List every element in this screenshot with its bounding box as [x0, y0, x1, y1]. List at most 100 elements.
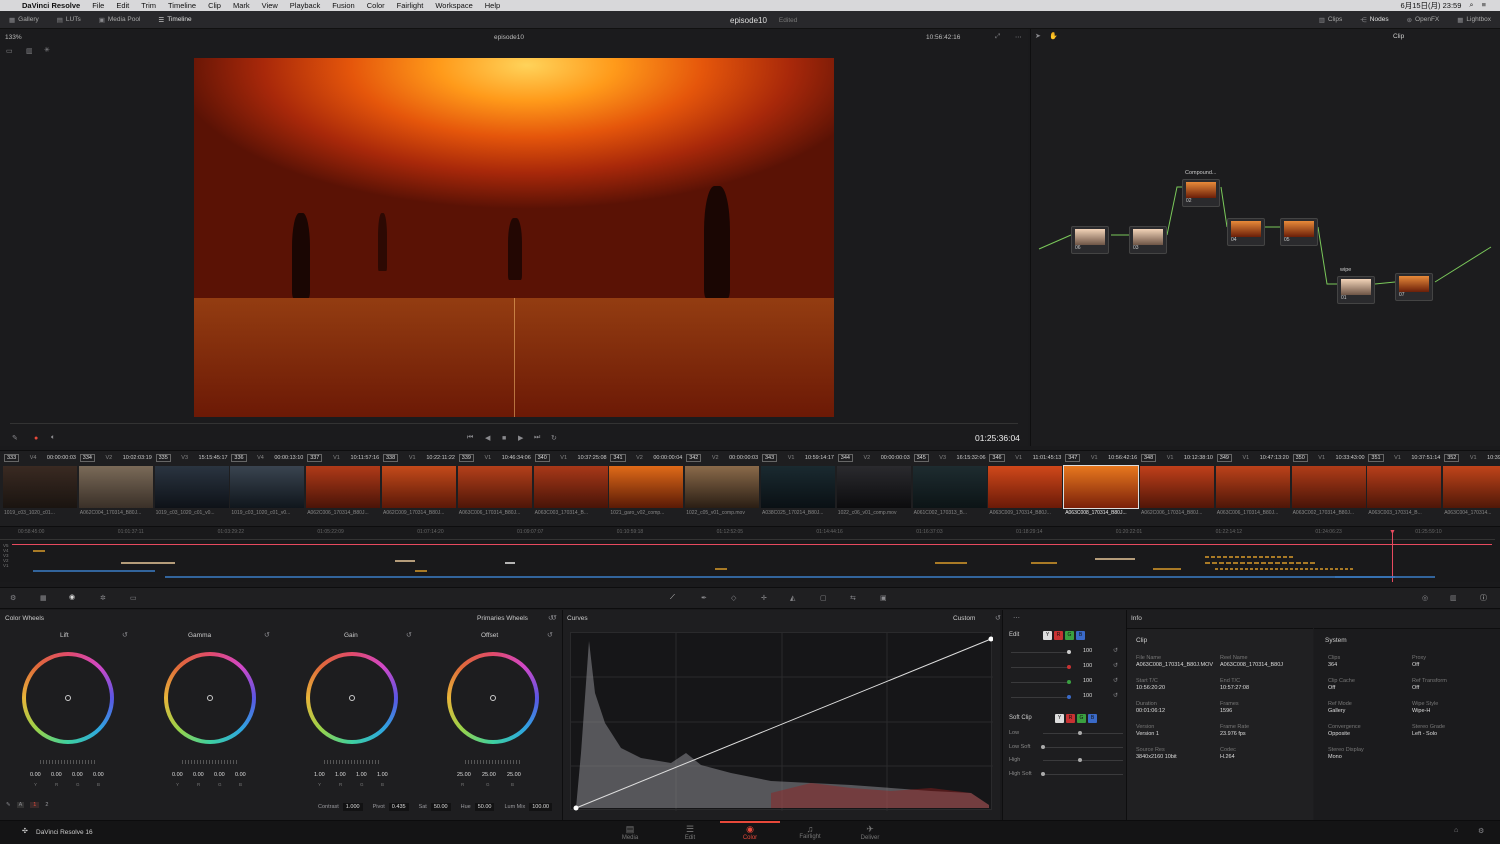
viewer-image[interactable] [194, 58, 834, 417]
tracker-icon[interactable]: ✛ [761, 594, 767, 602]
softclip-channel-b-toggle[interactable]: B [1088, 714, 1097, 723]
settings-icon[interactable]: ⚙ [1478, 827, 1484, 835]
menu-fairlight[interactable]: Fairlight [397, 1, 424, 10]
camera-raw-icon[interactable]: ⚙ [10, 594, 16, 602]
edit-channel-y-toggle[interactable]: Y [1043, 631, 1052, 640]
openfx-button[interactable]: ⊛ OpenFX [1398, 11, 1449, 29]
wheel-crosshair[interactable] [490, 695, 496, 701]
stop-icon[interactable]: ■ [502, 435, 506, 442]
split-view-icon[interactable]: ▥ [26, 47, 33, 55]
soft-clip-knob[interactable] [1041, 744, 1045, 749]
search-icon[interactable]: ⌕ [1469, 0, 1473, 11]
audio-icon[interactable]: 🔈︎ [51, 434, 55, 442]
clip-348[interactable]: 348 V1 10:12:38:10 A062C006_170314_B80J... [1139, 451, 1215, 527]
mini-timeline[interactable]: 00:58:45:00 01:01:37:11 01:03:29:22 01:05:2… [0, 526, 1500, 582]
node-0[interactable]: 06 [1071, 226, 1109, 254]
clip-344[interactable]: 344 V2 00:00:00:03 1022_c06_v01_comp.mov [836, 451, 912, 527]
clip-341[interactable]: 341 V2 00:00:00:04 1021_garo_v02_comp... [608, 451, 684, 527]
clip-343[interactable]: 343 V1 10:59:14:17 A038C025_170214_B80J... [760, 451, 836, 527]
edit-value[interactable]: 100 [1083, 648, 1092, 654]
clips-button[interactable]: ▥ Clips [1310, 11, 1352, 29]
edit-slider-knob[interactable] [1067, 665, 1071, 669]
wheel-master-slider[interactable] [465, 760, 521, 764]
3d-icon[interactable]: ◎ [1422, 594, 1428, 602]
timeline-button[interactable]: ☰ Timeline [149, 11, 200, 29]
edit-reset-icon[interactable]: ↺ [1113, 677, 1118, 684]
edit-slider[interactable] [1011, 652, 1071, 653]
go-to-start-icon[interactable]: ⏮ [467, 434, 473, 442]
soft-clip-knob[interactable] [1078, 758, 1082, 762]
wheel-value[interactable]: 25.00 [507, 772, 521, 778]
softclip-channel-r-toggle[interactable]: R [1066, 714, 1075, 723]
page-color[interactable]: ◉ Color [720, 821, 780, 841]
rgb-mixer-icon[interactable]: ✲ [100, 594, 106, 602]
lum-mix-field[interactable]: 100.00 [529, 803, 553, 811]
color-wheels-icon[interactable]: ◉ [69, 593, 75, 601]
menu-list-icon[interactable]: ≡ [1482, 0, 1486, 11]
wheel-value[interactable]: 1.00 [335, 772, 346, 778]
edit-channel-b-toggle[interactable]: B [1076, 631, 1085, 640]
menu-timeline[interactable]: Timeline [168, 1, 196, 10]
edit-value[interactable]: 100 [1083, 678, 1092, 684]
clip-340[interactable]: 340 V1 10:37:25:08 A063C003_170314_B... [533, 451, 609, 527]
node-2[interactable]: 02 Compound... [1182, 170, 1220, 207]
wheel-value[interactable]: 1.00 [377, 772, 388, 778]
edit-slider-knob[interactable] [1067, 650, 1071, 654]
menu-trim[interactable]: Trim [141, 1, 156, 10]
wheel-crosshair[interactable] [207, 695, 213, 701]
softclip-channel-y-toggle[interactable]: Y [1055, 714, 1064, 723]
sizing-icon[interactable]: ▣ [880, 594, 887, 602]
home-icon[interactable]: ⌂ [1454, 827, 1458, 834]
wheel-value[interactable]: 0.00 [72, 772, 83, 778]
scopes-icon[interactable]: ▥ [1450, 594, 1457, 602]
highlight-icon[interactable]: ✳ [44, 46, 50, 54]
node-1[interactable]: 03 [1129, 226, 1167, 254]
curve-graph[interactable] [570, 632, 994, 811]
edit-slider[interactable] [1011, 682, 1071, 683]
menu-fusion[interactable]: Fusion [332, 1, 355, 10]
edit-value[interactable]: 100 [1083, 693, 1092, 699]
clip-346[interactable]: 346 V1 11:01:45:13 A063C009_170314_B80J... [987, 451, 1063, 527]
wheel-value[interactable]: 0.00 [214, 772, 225, 778]
menu-view[interactable]: View [262, 1, 278, 10]
media-pool-button[interactable]: ▣ Media Pool [90, 11, 150, 29]
wheel-value[interactable]: 0.00 [235, 772, 246, 778]
playhead-marker-icon[interactable]: ▼ [1389, 529, 1396, 536]
qualifier-icon[interactable]: ✒ [701, 594, 707, 602]
menu-help[interactable]: Help [485, 1, 500, 10]
clip-345[interactable]: 345 V3 16:15:32:06 A061C002_170313_B... [912, 451, 988, 527]
clip-335[interactable]: 335 V3 15:15:45:17 1019_c03_1020_c01_v0... [154, 451, 230, 527]
edit-channel-r-toggle[interactable]: R [1054, 631, 1063, 640]
page-1-button[interactable]: 1 [30, 802, 40, 808]
reset-curves-icon[interactable]: ↺ [995, 614, 1001, 622]
zoom-dropdown[interactable]: 133% [5, 34, 22, 41]
lightbox-button[interactable]: ▦ Lightbox [1448, 11, 1500, 29]
soft-clip-knob[interactable] [1041, 771, 1045, 776]
contrast-field[interactable]: 1.000 [342, 803, 363, 811]
pivot-field[interactable]: 0.435 [388, 803, 409, 811]
wheel-master-slider[interactable] [324, 760, 380, 764]
play-icon[interactable]: ▶ [518, 434, 523, 442]
curves-more-icon[interactable]: ⋯ [1013, 614, 1020, 622]
clip-334[interactable]: 334 V2 10:02:03:19 A062C004_170314_B80J... [78, 451, 154, 527]
clip-351[interactable]: 351 V1 10:37:51:14 A063C003_170314_B... [1366, 451, 1442, 527]
page-deliver[interactable]: ✈ Deliver [840, 824, 900, 841]
page-2-button[interactable]: 2 [45, 802, 48, 808]
clip-336[interactable]: 336 V4 00:00:13:10 1019_c03_1020_c01_v0... [229, 451, 305, 527]
loop-icon[interactable]: ↻ [551, 434, 557, 442]
clip-342[interactable]: 342 V2 00:00:00:03 1022_c05_v01_comp.mov [684, 451, 760, 527]
timeline-dropdown[interactable]: episode10 [494, 34, 524, 41]
page-media[interactable]: ▤ Media [600, 824, 660, 841]
edit-reset-icon[interactable]: ↺ [1113, 647, 1118, 654]
luts-button[interactable]: ▤ LUTs [48, 11, 90, 29]
node-3[interactable]: 04 [1227, 218, 1265, 246]
page-edit[interactable]: ☰ Edit [660, 824, 720, 841]
wheel-value[interactable]: 0.00 [30, 772, 41, 778]
soft-clip-slider[interactable] [1043, 760, 1123, 761]
sat-field[interactable]: 50.00 [430, 803, 451, 811]
node-4[interactable]: 05 [1280, 218, 1318, 246]
auto-icon[interactable]: A [16, 802, 25, 808]
wheel-value[interactable]: 0.00 [172, 772, 183, 778]
reset-wheel-icon[interactable]: ↺ [264, 631, 270, 639]
clip-338[interactable]: 338 V1 10:22:11:22 A062C009_170314_B80J... [381, 451, 457, 527]
